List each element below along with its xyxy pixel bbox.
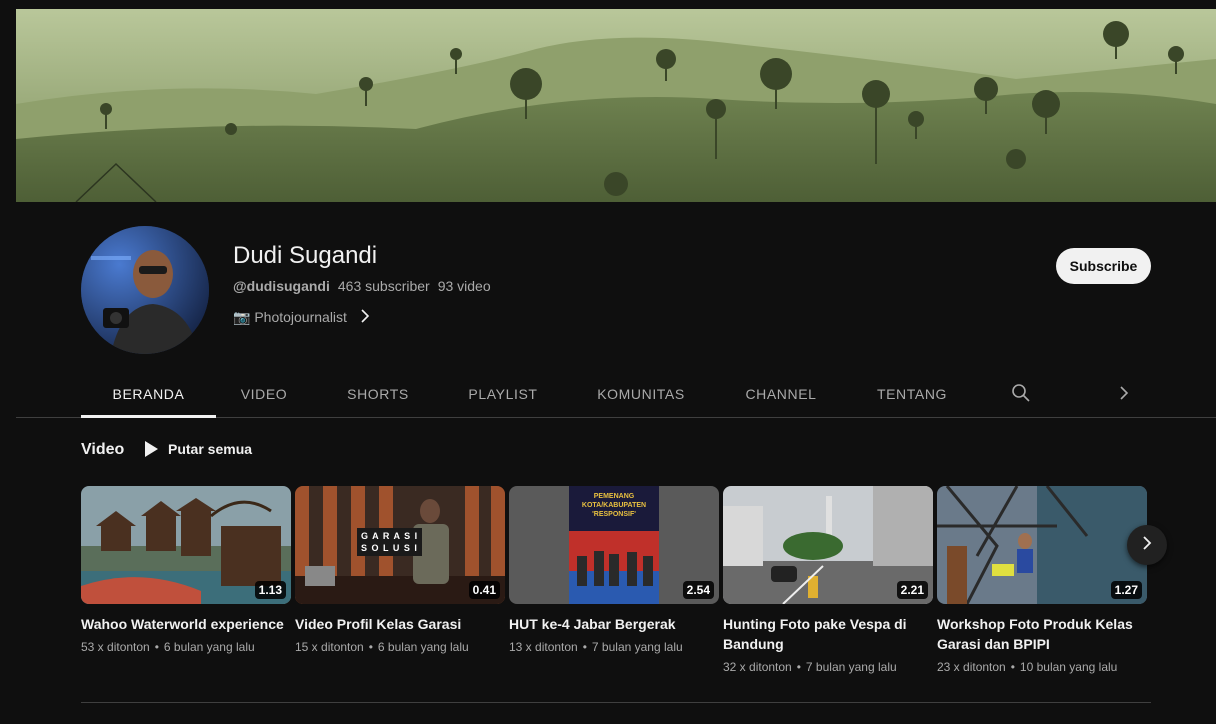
video-views: 13 x ditonton xyxy=(509,640,578,654)
video-duration: 1.27 xyxy=(1110,581,1142,599)
subscribe-button[interactable]: Subscribe xyxy=(1056,248,1151,284)
video-views: 32 x ditonton xyxy=(723,660,792,674)
video-card[interactable]: G A R A S I S O L U S I 0.41 Video Profi… xyxy=(295,486,505,654)
video-duration: 2.21 xyxy=(896,581,928,599)
search-icon[interactable] xyxy=(1011,383,1031,403)
top-bar xyxy=(0,0,1216,9)
description-text: 📷 Photojournalist xyxy=(233,309,347,325)
tab-channel[interactable]: CHANNEL xyxy=(738,370,824,417)
video-card[interactable]: 2.21 Hunting Foto pake Vespa di Bandung … xyxy=(723,486,933,674)
hut-text-overlay: PEMENANG KOTA/KABUPATEN 'RESPONSIF' xyxy=(569,492,659,519)
overlay-line: 'RESPONSIF' xyxy=(592,511,636,518)
video-age: 7 bulan yang lalu xyxy=(805,660,897,674)
channel-name: Dudi Sugandi xyxy=(233,242,378,269)
overlay-line: PEMENANG xyxy=(593,493,635,500)
video-thumbnail[interactable]: 2.21 xyxy=(723,486,933,604)
play-icon xyxy=(145,441,158,457)
play-all-label: Putar semua xyxy=(168,441,253,457)
video-age: 6 bulan yang lalu xyxy=(377,640,469,654)
subscriber-count: 463 subscriber xyxy=(337,278,430,294)
video-thumbnail[interactable]: G A R A S I S O L U S I 0.41 xyxy=(295,486,505,604)
tab-beranda[interactable]: BERANDA xyxy=(81,370,216,418)
tab-komunitas[interactable]: KOMUNITAS xyxy=(592,370,690,417)
meta-separator: • xyxy=(154,640,159,654)
video-thumbnail[interactable]: 1.13 xyxy=(81,486,291,604)
video-title[interactable]: Workshop Foto Produk Kelas Garasi dan BP… xyxy=(937,614,1147,654)
video-duration: 2.54 xyxy=(682,581,714,599)
video-card[interactable]: PEMENANG KOTA/KABUPATEN 'RESPONSIF' 2.54… xyxy=(509,486,719,654)
video-card[interactable]: 1.13 Wahoo Waterworld experience 53 x di… xyxy=(81,486,291,654)
video-views: 15 x ditonton xyxy=(295,640,364,654)
overlay-line: KOTA/KABUPATEN xyxy=(581,502,647,509)
video-age: 7 bulan yang lalu xyxy=(591,640,683,654)
garasi-text-overlay: G A R A S I S O L U S I xyxy=(357,528,423,556)
video-meta: 23 x ditonton • 10 bulan yang lalu xyxy=(937,660,1147,674)
tab-tentang[interactable]: TENTANG xyxy=(870,370,954,417)
channel-banner xyxy=(16,9,1216,202)
meta-separator: • xyxy=(368,640,373,654)
video-thumbnail[interactable]: PEMENANG KOTA/KABUPATEN 'RESPONSIF' 2.54 xyxy=(509,486,719,604)
video-duration: 0.41 xyxy=(468,581,500,599)
video-title[interactable]: Wahoo Waterworld experience xyxy=(81,614,291,634)
section-divider xyxy=(81,702,1151,703)
video-age: 6 bulan yang lalu xyxy=(163,640,255,654)
play-all-button[interactable]: Putar semua xyxy=(145,441,252,457)
chevron-right-icon xyxy=(359,309,371,326)
channel-avatar[interactable] xyxy=(81,226,209,354)
video-views: 23 x ditonton xyxy=(937,660,1006,674)
tab-playlist[interactable]: PLAYLIST xyxy=(458,370,548,417)
meta-separator: • xyxy=(582,640,587,654)
meta-separator: • xyxy=(796,660,801,674)
video-title[interactable]: HUT ke-4 Jabar Bergerak xyxy=(509,614,719,634)
chevron-right-icon xyxy=(1140,535,1154,556)
video-meta: 13 x ditonton • 7 bulan yang lalu xyxy=(509,640,719,654)
video-meta: 53 x ditonton • 6 bulan yang lalu xyxy=(81,640,291,654)
channel-description[interactable]: 📷 Photojournalist xyxy=(233,309,371,326)
channel-meta: @dudisugandi 463 subscriber 93 video xyxy=(233,278,491,294)
video-thumbnail[interactable]: 1.27 xyxy=(937,486,1147,604)
video-meta: 32 x ditonton • 7 bulan yang lalu xyxy=(723,660,933,674)
tab-shorts[interactable]: SHORTS xyxy=(338,370,418,417)
section-title: Video xyxy=(81,441,125,458)
channel-page: Dudi Sugandi @dudisugandi 463 subscriber… xyxy=(0,0,1216,724)
video-title[interactable]: Hunting Foto pake Vespa di Bandung xyxy=(723,614,933,654)
video-meta: 15 x ditonton • 6 bulan yang lalu xyxy=(295,640,505,654)
video-duration: 1.13 xyxy=(254,581,286,599)
tab-video[interactable]: VIDEO xyxy=(232,370,296,417)
channel-tabs: BERANDA VIDEO SHORTS PLAYLIST KOMUNITAS … xyxy=(16,370,1216,418)
video-views: 53 x ditonton xyxy=(81,640,150,654)
tabs-next-icon[interactable] xyxy=(1114,383,1134,403)
meta-separator: • xyxy=(1010,660,1015,674)
video-title[interactable]: Video Profil Kelas Garasi xyxy=(295,614,505,634)
video-card[interactable]: 1.27 Workshop Foto Produk Kelas Garasi d… xyxy=(937,486,1147,674)
channel-handle: @dudisugandi xyxy=(233,278,330,294)
video-count: 93 video xyxy=(437,278,491,294)
carousel-next-button[interactable] xyxy=(1127,525,1167,565)
overlay-line: S O L U S I xyxy=(361,543,418,553)
video-age: 10 bulan yang lalu xyxy=(1019,660,1118,674)
overlay-line: G A R A S I xyxy=(361,531,419,541)
